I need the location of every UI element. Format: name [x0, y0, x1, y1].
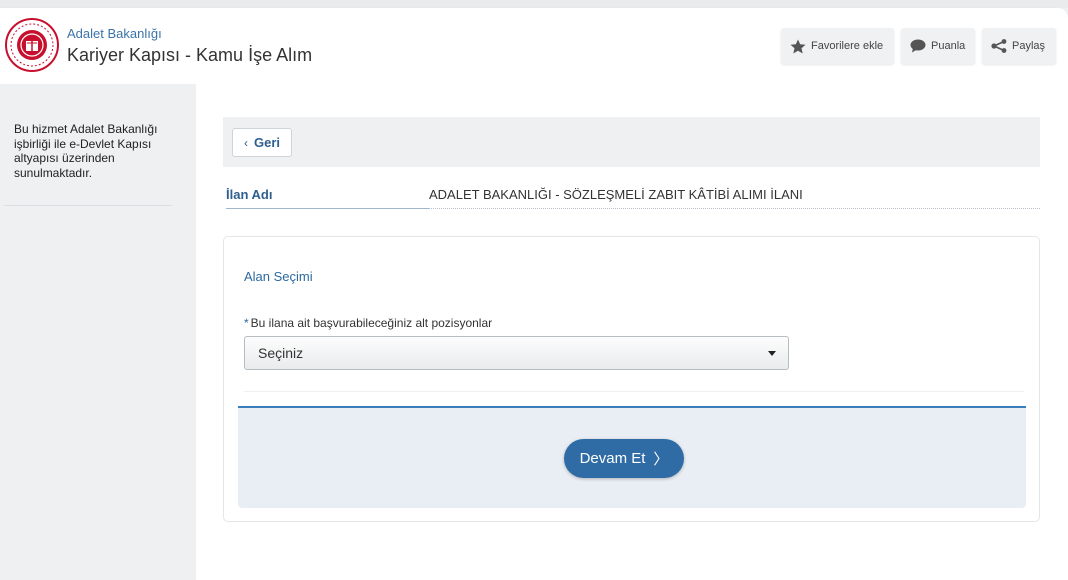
- back-bar: ‹ Geri: [223, 117, 1040, 167]
- share-button[interactable]: Paylaş: [982, 28, 1056, 64]
- speech-bubble-icon: [910, 39, 926, 53]
- ministry-logo[interactable]: [4, 17, 60, 73]
- sidebar: Bu hizmet Adalet Bakanlığı işbirliği ile…: [0, 84, 196, 580]
- emblem-icon: [5, 18, 59, 72]
- rate-label: Puanla: [931, 40, 966, 52]
- top-strip: [0, 0, 1068, 8]
- favorite-label: Favorilere ekle: [811, 40, 884, 52]
- subposition-label-text: Bu ilana ait başvurabileceğiniz alt pozi…: [250, 316, 493, 330]
- sidebar-divider: [4, 205, 172, 206]
- continue-button[interactable]: Devam Et 〉: [564, 439, 684, 478]
- action-area: Devam Et 〉: [238, 406, 1026, 508]
- field-selection-panel: Alan Seçimi * Bu ilana ait başvurabileceğ…: [223, 236, 1040, 522]
- share-icon: [991, 39, 1007, 53]
- main-content: ‹ Geri İlan Adı ADALET BAKANLIĞI - SÖZLE…: [196, 84, 1068, 580]
- subposition-field-label: * Bu ilana ait başvurabileceğiniz alt poz…: [244, 316, 492, 330]
- share-label: Paylaş: [1012, 40, 1046, 52]
- service-provider-note: Bu hizmet Adalet Bakanlığı işbirliği ile…: [14, 122, 158, 180]
- service-title: Kariyer Kapısı - Kamu İşe Alım: [67, 45, 313, 65]
- subposition-select[interactable]: Seçiniz: [244, 336, 789, 370]
- section-title: Alan Seçimi: [244, 269, 313, 284]
- select-value: Seçiniz: [258, 345, 304, 361]
- favorite-button[interactable]: Favorilere ekle: [781, 28, 894, 64]
- panel-divider: [244, 391, 1024, 392]
- chevron-right-icon: 〉: [653, 451, 669, 468]
- continue-label: Devam Et: [579, 450, 646, 467]
- page-header: Adalet Bakanlığı Kariyer Kapısı - Kamu İ…: [0, 8, 1068, 84]
- listing-name-value: ADALET BAKANLIĞI - SÖZLEŞMELİ ZABIT KÂTİ…: [429, 187, 1040, 209]
- rate-button[interactable]: Puanla: [901, 28, 975, 64]
- back-label: Geri: [253, 135, 280, 150]
- caret-down-icon: [768, 351, 776, 356]
- listing-name-label: İlan Adı: [226, 187, 429, 209]
- chevron-left-icon: ‹: [243, 135, 248, 150]
- star-icon: [790, 39, 806, 53]
- required-mark: *: [244, 316, 249, 330]
- back-button[interactable]: ‹ Geri: [232, 128, 292, 157]
- org-name[interactable]: Adalet Bakanlığı: [67, 26, 162, 41]
